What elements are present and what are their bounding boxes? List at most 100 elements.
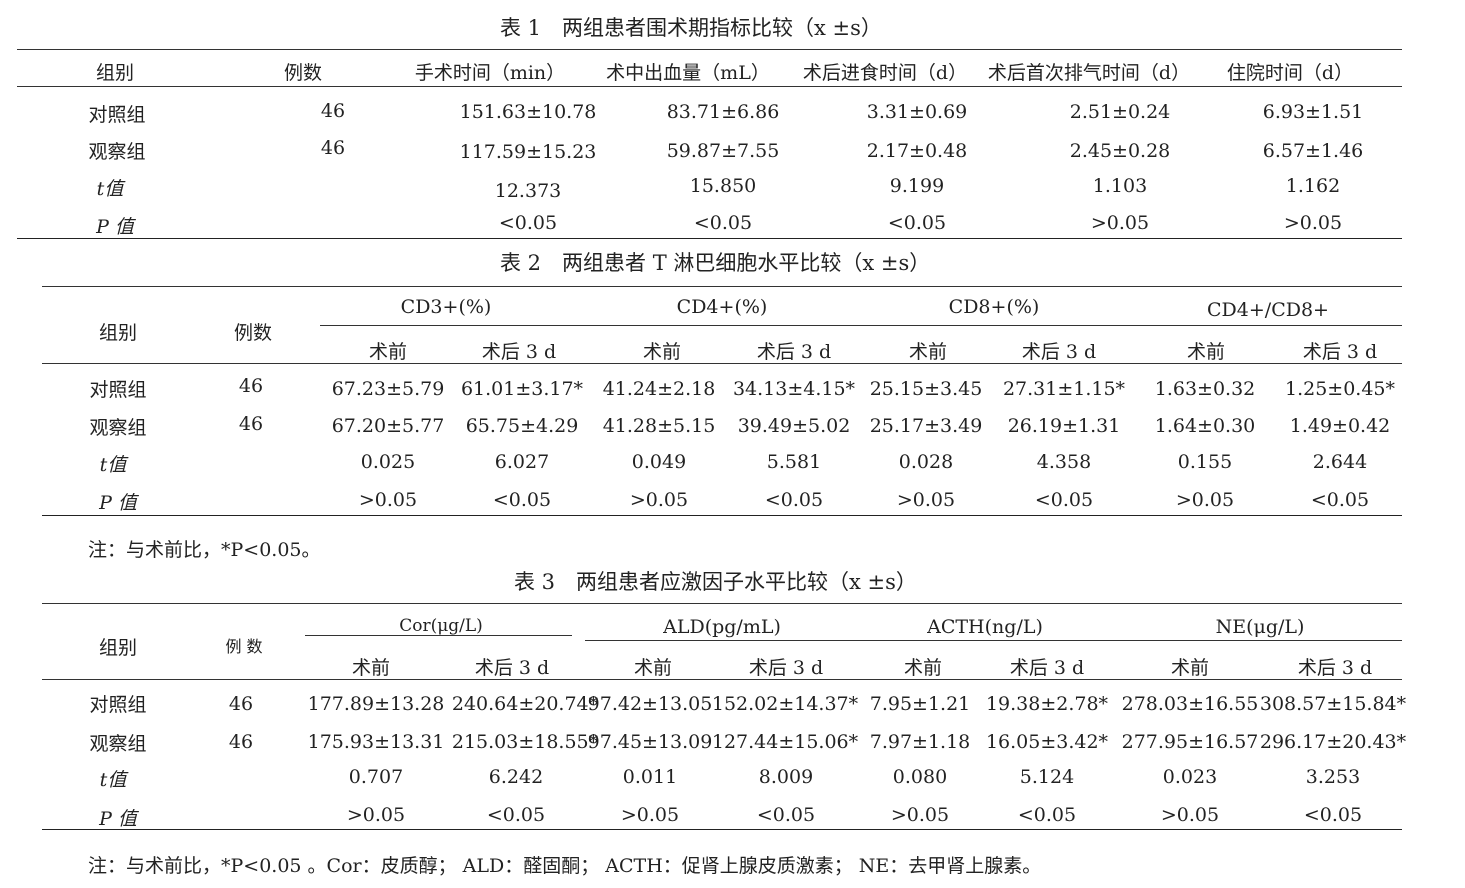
- table2-row2-group: 观察组: [89, 417, 147, 439]
- table1-row1-n: 46: [320, 100, 346, 122]
- table1-row3-v2: 15.850: [689, 175, 757, 197]
- table2-row4-v6: <0.05: [1034, 489, 1094, 511]
- table3-row2-v5: 7.97±1.18: [869, 731, 971, 753]
- table1-row2-group: 观察组: [88, 141, 146, 163]
- table3-sub-4: 术后 3 d: [748, 657, 824, 679]
- table2-row1-v5: 25.15±3.45: [869, 378, 983, 400]
- table3-row3-group: t值: [99, 769, 127, 791]
- table3-row3-v8: 3.253: [1305, 766, 1361, 788]
- table1-header-group: 组别: [95, 62, 135, 84]
- table3-header-group: 组别: [98, 637, 138, 659]
- table3-row1-v8: 308.57±15.84*: [1259, 693, 1407, 715]
- table1-title: 表 1 两组患者围术期指标比较（x ±s）: [500, 16, 882, 40]
- table3-note: 注：与术前比，*P<0.05 。Cor：皮质醇； ALD：醛固酮； ACTH：促…: [88, 855, 1042, 877]
- table2-sub-4: 术后 3 d: [756, 341, 832, 363]
- table3-header-n: 例 数: [225, 637, 263, 656]
- table1-header-gas: 术后首次排气时间（d）: [987, 62, 1191, 84]
- table3-subheader-rule-a: [305, 635, 572, 636]
- table3-row1-v4: 152.02±14.37*: [711, 693, 859, 715]
- table2-row1-v2: 61.01±3.17*: [460, 378, 584, 400]
- table1-header-optime: 手术时间（min）: [414, 62, 566, 84]
- table2-row4-v2: <0.05: [492, 489, 552, 511]
- table3-colgroup-ald: ALD(pg/mL): [663, 616, 781, 638]
- table3-row4-v5: >0.05: [890, 804, 950, 826]
- table3-row1-v2: 240.64±20.74*: [451, 693, 599, 715]
- table3-row2-n: 46: [228, 731, 254, 753]
- table3-row1-group: 对照组: [89, 694, 147, 716]
- table3-row4-v8: <0.05: [1303, 804, 1363, 826]
- table3-row4-group: P 值: [99, 808, 137, 830]
- table2-sub-2: 术后 3 d: [481, 341, 557, 363]
- table1-row1-v5: 6.93±1.51: [1262, 101, 1364, 123]
- table2-colgroup-cd8: CD8+(%): [948, 296, 1040, 318]
- table2-header-rule: [42, 363, 1402, 364]
- table2-sub-6: 术后 3 d: [1021, 341, 1097, 363]
- table1-row1-v2: 83.71±6.86: [666, 101, 780, 123]
- table3-bottom-rule: [42, 829, 1402, 830]
- table1-row4-v3: <0.05: [887, 212, 947, 234]
- table3-row3-v5: 0.080: [892, 766, 948, 788]
- table2-row3-group: t值: [99, 454, 127, 476]
- table2-row1-v8: 1.25±0.45*: [1284, 378, 1396, 400]
- table2-note: 注：与术前比，*P<0.05。: [88, 539, 321, 561]
- table3-colgroup-acth: ACTH(ng/L): [927, 616, 1043, 638]
- table2-row1-v7: 1.63±0.32: [1154, 378, 1256, 400]
- table1-row4-v5: >0.05: [1283, 212, 1343, 234]
- table3-sub-1: 术前: [351, 657, 391, 679]
- table1-row2-v2: 59.87±7.55: [666, 140, 780, 162]
- table2-row3-v8: 2.644: [1312, 451, 1368, 473]
- table1-row2-v1: 117.59±15.23: [459, 141, 597, 163]
- table2-row2-v4: 39.49±5.02: [737, 415, 851, 437]
- table2-colgroup-cd4cd8: CD4+/CD8+: [1207, 299, 1329, 321]
- table3-row4-v4: <0.05: [756, 804, 816, 826]
- table3-row2-v4: 127.44±15.06*: [711, 731, 859, 753]
- table2-sub-3: 术前: [642, 341, 682, 363]
- table2-bottom-rule: [42, 515, 1402, 516]
- table2-header-group: 组别: [98, 322, 138, 344]
- table2-row3-v2: 6.027: [494, 451, 550, 473]
- table3-sub-2: 术后 3 d: [474, 657, 550, 679]
- table2-row4-group: P 值: [99, 492, 137, 514]
- table3-row4-v3: >0.05: [620, 804, 680, 826]
- table2-row2-v6: 26.19±1.31: [1007, 415, 1121, 437]
- table2-sub-7: 术前: [1186, 341, 1226, 363]
- table1-row1-v1: 151.63±10.78: [459, 101, 597, 123]
- table3-row2-v1: 175.93±13.31: [307, 731, 445, 753]
- table2-title: 表 2 两组患者 T 淋巴细胞水平比较（x ±s）: [500, 251, 931, 275]
- table2-row4-v4: <0.05: [764, 489, 824, 511]
- table2-row3-v5: 0.028: [898, 451, 954, 473]
- table3-sub-8: 术后 3 d: [1297, 657, 1373, 679]
- table1-row3-v1: 12.373: [494, 180, 562, 202]
- table2-row4-v1: >0.05: [358, 489, 418, 511]
- table3-row1-n: 46: [228, 693, 254, 715]
- table1-row4-v2: <0.05: [693, 212, 753, 234]
- table2-row2-v2: 65.75±4.29: [465, 415, 579, 437]
- table3-header-rule: [42, 679, 1402, 680]
- table2-row2-v3: 41.28±5.15: [602, 415, 716, 437]
- table1-row1-v4: 2.51±0.24: [1069, 101, 1171, 123]
- table2-colgroup-cd3: CD3+(%): [400, 296, 492, 318]
- table2-sub-1: 术前: [368, 341, 408, 363]
- table2-top-rule: [42, 286, 1402, 287]
- table1-row4-v4: >0.05: [1090, 212, 1150, 234]
- table2-row4-v5: >0.05: [896, 489, 956, 511]
- table1-row3-v4: 1.103: [1092, 175, 1148, 197]
- table1-row4-group: P 值: [96, 216, 134, 238]
- table3-row1-v3: 97.42±13.05: [587, 693, 713, 715]
- table2-row3-v7: 0.155: [1177, 451, 1233, 473]
- table3-row2-v3: 97.45±13.09: [587, 731, 713, 753]
- table3-row2-group: 观察组: [89, 733, 147, 755]
- table1-row2-n: 46: [320, 137, 346, 159]
- table2-subheader-rule: [320, 325, 1402, 326]
- table3-row2-v2: 215.03±18.55*: [451, 731, 599, 753]
- table3-row1-v5: 7.95±1.21: [869, 693, 971, 715]
- table3-row3-v3: 0.011: [622, 766, 678, 788]
- table2-row1-v1: 67.23±5.79: [331, 378, 445, 400]
- table3-row2-v8: 296.17±20.43*: [1259, 731, 1407, 753]
- table3-row4-v6: <0.05: [1017, 804, 1077, 826]
- table1-header-rule: [17, 86, 1402, 87]
- table3-row3-v6: 5.124: [1019, 766, 1075, 788]
- table3-row4-v7: >0.05: [1160, 804, 1220, 826]
- table3-row3-v1: 0.707: [348, 766, 404, 788]
- table2-row2-n: 46: [238, 413, 264, 435]
